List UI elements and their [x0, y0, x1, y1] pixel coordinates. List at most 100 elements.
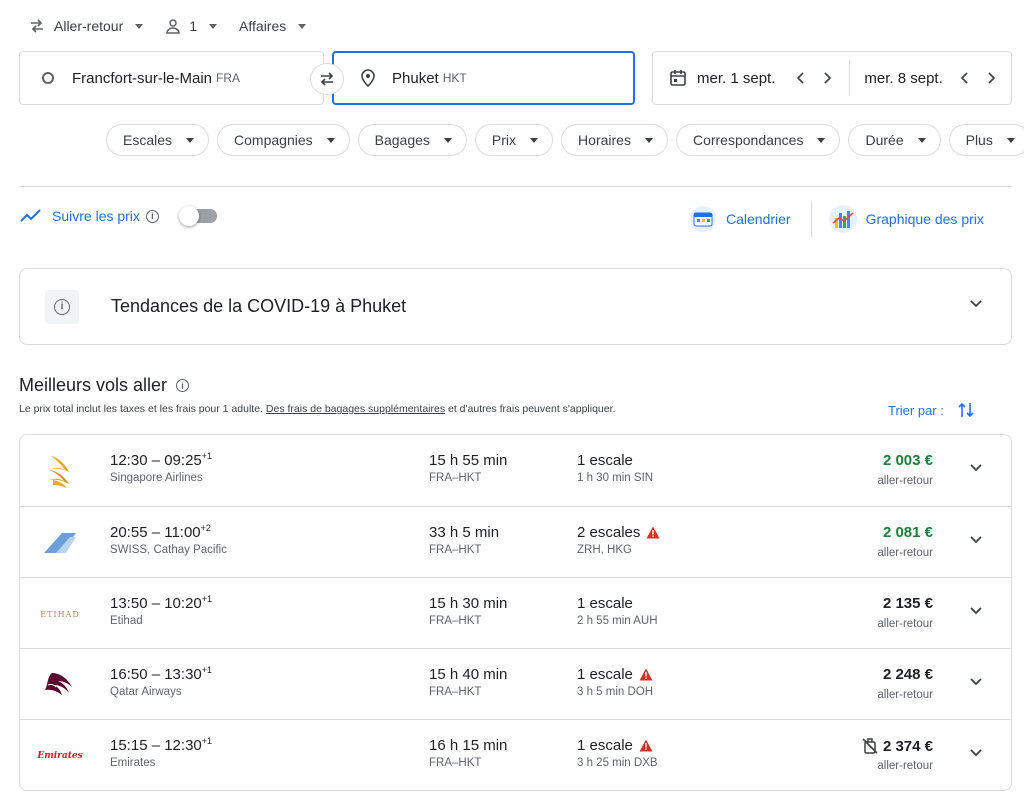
- chip-label: Compagnies: [234, 132, 313, 148]
- chip-label: Bagages: [374, 132, 430, 148]
- next-date-button[interactable]: [819, 70, 835, 86]
- chevron-down-icon[interactable]: [969, 463, 983, 473]
- chevron-down-icon[interactable]: [969, 748, 983, 758]
- flight-row[interactable]: 12:30 – 09:25+1 Singapore Airlines 15 h …: [20, 435, 1011, 506]
- flight-stops: 1 escale: [577, 595, 633, 612]
- filter-chip-price[interactable]: Prix: [474, 124, 554, 156]
- prev-date-button[interactable]: [793, 70, 809, 86]
- cabin-select[interactable]: Affaires: [239, 18, 307, 34]
- filter-chip-airlines[interactable]: Compagnies: [217, 124, 350, 156]
- warning-icon: [639, 739, 653, 752]
- caret-down-icon: [1006, 137, 1015, 143]
- calendar-label: Calendrier: [726, 211, 791, 227]
- info-icon[interactable]: i: [145, 209, 159, 223]
- caret-down-icon: [530, 137, 539, 143]
- flight-price: 2 135 €: [883, 595, 933, 612]
- filter-chip-times[interactable]: Horaires: [561, 124, 668, 156]
- depart-date-field[interactable]: mer. 1 sept.: [669, 52, 835, 104]
- flight-duration: 33 h 5 min: [429, 524, 500, 541]
- passengers-select[interactable]: 1: [165, 18, 218, 34]
- calendar-color-icon: [690, 206, 716, 232]
- layover-info: 3 h 25 min DXB: [577, 757, 658, 769]
- sort-button[interactable]: Trier par :: [888, 401, 974, 419]
- flight-times: 20:55 – 11:00+2: [110, 523, 211, 541]
- price-text: 2 374 €: [882, 737, 933, 755]
- airline-name: Qatar Airways: [110, 686, 182, 698]
- chevron-right-icon: [824, 72, 832, 84]
- person-icon: [166, 19, 181, 34]
- destination-field[interactable]: Phuket HKT: [332, 51, 635, 105]
- flight-times: 12:30 – 09:25+1: [110, 451, 212, 469]
- layover-info: 2 h 55 min AUH: [577, 615, 658, 627]
- passengers-label: 1: [189, 18, 198, 34]
- calendar-view-button[interactable]: Calendrier: [688, 200, 791, 238]
- flight-route: FRA–HKT: [429, 686, 482, 698]
- price-graph-view-button[interactable]: Graphique des prix: [828, 200, 984, 238]
- best-flights-title: Meilleurs vols aller: [19, 375, 168, 395]
- info-box: i: [45, 289, 79, 324]
- price-graph-icon: [828, 205, 857, 233]
- caret-down-icon: [443, 137, 452, 143]
- day-offset: +1: [201, 451, 213, 461]
- disclaimer-text-after: et d'autres frais peuvent s'appliquer.: [448, 403, 616, 415]
- prev-return-button[interactable]: [957, 70, 973, 86]
- price-type: aller-retour: [877, 689, 933, 701]
- times-text: 13:50 – 10:20: [110, 595, 202, 612]
- track-prices-label: Suivre les prix: [52, 208, 140, 224]
- multi-airline-logo: [40, 523, 80, 563]
- flight-results: 12:30 – 09:25+1 Singapore Airlines 15 h …: [19, 434, 1012, 791]
- caret-down-icon: [209, 23, 218, 29]
- next-return-button[interactable]: [983, 70, 999, 86]
- filter-chip-stops[interactable]: Escales: [106, 124, 210, 156]
- chip-label: Durée: [865, 132, 904, 148]
- view-separator: [810, 201, 812, 237]
- chevron-right-icon: [988, 72, 995, 84]
- day-offset: +2: [200, 523, 211, 533]
- qatar-airways-logo: [40, 665, 80, 705]
- flight-row[interactable]: ETIHAD 13:50 – 10:20+1 Etihad 15 h 30 mi…: [20, 577, 1011, 648]
- flight-route: FRA–HKT: [429, 472, 482, 484]
- filter-chip-bags[interactable]: Bagages: [357, 124, 467, 156]
- chevron-down-icon[interactable]: [969, 677, 983, 687]
- origin-field[interactable]: Francfort-sur-le-Main FRA: [19, 51, 324, 105]
- location-pin-icon: [361, 69, 375, 87]
- flight-duration: 15 h 55 min: [429, 452, 508, 469]
- info-icon[interactable]: i: [176, 379, 190, 392]
- chevron-down-icon[interactable]: [969, 299, 983, 309]
- price-disclaimer: Le prix total inclut les taxes et les fr…: [19, 403, 615, 415]
- stops-text: 1 escale: [577, 737, 633, 754]
- flight-row[interactable]: 20:55 – 11:00+2 SWISS, Cathay Pacific 33…: [20, 506, 1011, 577]
- filter-chip-more[interactable]: Plus: [948, 124, 1024, 156]
- track-prices-toggle[interactable]: [178, 206, 217, 226]
- filter-chip-duration[interactable]: Durée: [848, 124, 941, 156]
- no-bag-icon: [862, 738, 878, 754]
- chip-label: Horaires: [578, 132, 631, 148]
- airline-name: SWISS, Cathay Pacific: [110, 544, 227, 556]
- layover-info: ZRH, HKG: [577, 544, 632, 556]
- flight-times: 16:50 – 13:30+1: [110, 665, 212, 683]
- caret-down-icon: [326, 137, 335, 143]
- origin-circle-icon: [42, 72, 54, 84]
- emirates-logo: Emirates: [37, 736, 82, 776]
- flight-stops: 2 escales: [577, 524, 660, 541]
- view-options: Calendrier Graphique des prix: [688, 200, 984, 238]
- filter-chip-connections[interactable]: Correspondances: [675, 124, 841, 156]
- covid-trends-card[interactable]: i Tendances de la COVID-19 à Phuket: [19, 268, 1012, 345]
- flight-row[interactable]: Emirates 15:15 – 12:30+1 Emirates 16 h 1…: [20, 719, 1011, 790]
- airline-name: Emirates: [110, 757, 156, 769]
- flight-price: 2 003 €: [883, 452, 933, 469]
- trip-type-select[interactable]: Aller-retour: [28, 17, 144, 35]
- airline-name: Singapore Airlines: [110, 472, 203, 484]
- price-text: 2 003 €: [882, 452, 933, 469]
- flight-row[interactable]: 16:50 – 13:30+1 Qatar Airways 15 h 40 mi…: [20, 648, 1011, 719]
- stops-text: 1 escale: [577, 666, 633, 683]
- caret-down-icon: [186, 137, 195, 143]
- price-text: 2 248 €: [882, 666, 933, 683]
- swap-button[interactable]: [310, 63, 344, 95]
- return-date-field[interactable]: mer. 8 sept.: [864, 52, 998, 104]
- price-text: 2 081 €: [882, 524, 933, 541]
- bag-fees-link[interactable]: Des frais de bagages supplémentaires: [266, 403, 445, 415]
- chevron-down-icon[interactable]: [969, 606, 983, 616]
- trip-options-bar: Aller-retour 1 Affaires: [28, 14, 328, 38]
- chevron-down-icon[interactable]: [969, 535, 983, 545]
